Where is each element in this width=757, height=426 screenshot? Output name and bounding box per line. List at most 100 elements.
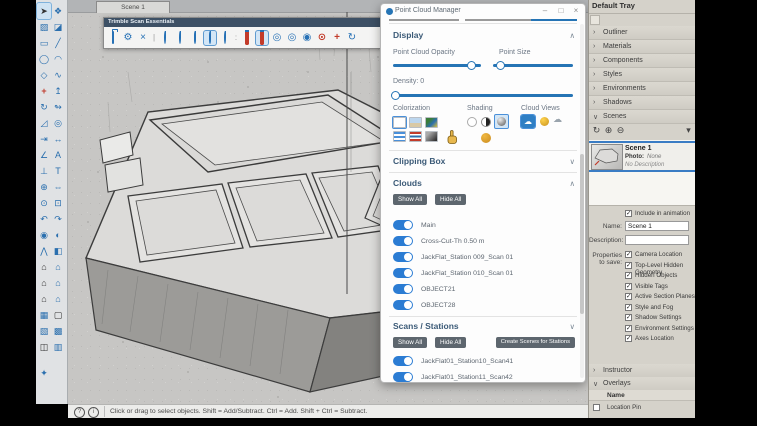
colorize-photo-icon[interactable] [409, 117, 422, 128]
scale-tool[interactable]: ◿ [37, 115, 51, 131]
scene-options-icon[interactable]: ▾ [683, 125, 694, 136]
rotate-tool[interactable]: ↻ [37, 99, 51, 115]
dimension-tool[interactable]: ↔ [51, 131, 65, 147]
previous-view-tool[interactable]: ↶ [37, 211, 51, 227]
scan-toggle-station11[interactable] [393, 372, 413, 382]
maximize-button[interactable]: □ [555, 6, 567, 15]
colorize-stripes-rgb-icon[interactable] [409, 131, 422, 142]
opacity-slider-knob[interactable] [467, 61, 476, 70]
front-view-button[interactable]: ⌂ [37, 275, 51, 291]
limit-box-icon[interactable]: ◎ [271, 31, 283, 45]
density-slider[interactable] [393, 94, 573, 97]
opacity-drop-0-icon[interactable] [159, 31, 171, 45]
position-camera-tool[interactable]: ◉ [37, 227, 51, 243]
shaded-textures-style-button[interactable]: ▩ [51, 323, 65, 339]
top-view-button[interactable]: ⌂ [51, 259, 65, 275]
collapse-display-icon[interactable]: ∧ [570, 31, 576, 40]
tray-section-styles[interactable]: › Styles [589, 68, 695, 82]
move-point-cloud-icon[interactable]: + [331, 31, 343, 45]
cloud-view-sphere-icon[interactable] [540, 117, 549, 126]
limit-box-alt-icon[interactable]: ◎ [286, 31, 298, 45]
opacity-drop-hatched-icon[interactable] [219, 31, 231, 45]
scene-description-input[interactable] [625, 235, 689, 245]
xray-style-button[interactable]: ▥ [51, 339, 65, 355]
scrollbar-thumb[interactable] [580, 154, 584, 314]
axes-location-checkbox[interactable]: ✓ [625, 335, 632, 342]
arc-tool[interactable]: ◠ [51, 51, 65, 67]
clipping-box-section-header[interactable]: Clipping Box [393, 156, 445, 166]
delete-selection-icon[interactable]: × [137, 31, 149, 45]
tray-section-materials[interactable]: › Materials [589, 40, 695, 54]
style-and-fog-checkbox[interactable]: ✓ [625, 304, 632, 311]
wireframe-style-button[interactable]: ▦ [37, 307, 51, 323]
freehand-tool[interactable]: ∿ [51, 67, 65, 83]
tray-section-environments[interactable]: › Environments [589, 82, 695, 96]
panel-scrollbar[interactable] [580, 24, 584, 378]
zoom-extents-tool[interactable]: ⊡ [51, 195, 65, 211]
credits-info-icon[interactable]: i [88, 407, 99, 418]
include-animation-checkbox[interactable]: ✓ [625, 210, 632, 217]
walk-tool[interactable]: ⋀ [37, 243, 51, 259]
monochrome-style-button[interactable]: ◫ [37, 339, 51, 355]
create-scenes-for-stations-button[interactable]: Create Scenes for Stations [496, 337, 575, 348]
shaded-style-button[interactable]: ▧ [37, 323, 51, 339]
scene-list-item[interactable]: Scene 1 Photo: None No Description [589, 141, 695, 172]
tray-section-outliner[interactable]: › Outliner [589, 26, 695, 40]
push-pull-tool[interactable]: ↥ [51, 83, 65, 99]
hidden-line-style-button[interactable]: ▢ [51, 307, 65, 323]
iso-view-button[interactable]: ⌂ [37, 259, 51, 275]
shading-split-icon[interactable] [481, 117, 491, 127]
axes-tool[interactable]: ⊥ [37, 163, 51, 179]
snap-magnet-active-icon[interactable] [256, 31, 268, 45]
scene-name-input[interactable]: Scene 1 [625, 221, 689, 231]
orbit-tool[interactable]: ⊕ [37, 179, 51, 195]
zoom-tool[interactable]: ⊙ [37, 195, 51, 211]
cloud-toggle-object28[interactable] [393, 300, 413, 310]
visible-tags-checkbox[interactable]: ✓ [625, 283, 632, 290]
opacity-slider[interactable] [393, 64, 481, 67]
tray-section-overlays[interactable]: ∨ Overlays [589, 377, 695, 391]
tray-section-shadows[interactable]: › Shadows [589, 96, 695, 110]
opacity-drop-33-icon[interactable] [174, 31, 186, 45]
active-section-planes-checkbox[interactable]: ✓ [625, 293, 632, 300]
select-tool[interactable]: ➤ [37, 3, 51, 19]
colorize-none-icon[interactable] [393, 117, 406, 128]
back-view-button[interactable]: ⌂ [37, 291, 51, 307]
colorize-stripes-blue-icon[interactable] [393, 131, 406, 142]
add-scene-icon[interactable]: ⊕ [603, 125, 614, 136]
text-tool[interactable]: A [51, 147, 65, 163]
cloud-toggle-main[interactable] [393, 220, 413, 230]
collapse-clouds-icon[interactable]: ∧ [570, 179, 576, 188]
shading-flat-icon[interactable] [467, 117, 477, 127]
right-view-button[interactable]: ⌂ [51, 275, 65, 291]
cloud-view-selected-icon[interactable]: ☁ [521, 115, 535, 128]
expand-clipping-icon[interactable]: ∨ [570, 157, 576, 166]
geolocation-icon[interactable]: ? [74, 407, 85, 418]
snap-magnet-icon[interactable] [241, 31, 253, 45]
point-size-slider[interactable] [493, 64, 573, 67]
settings-gear-icon[interactable]: ⚙ [122, 31, 134, 45]
clouds-show-all-button[interactable]: Show All [393, 194, 427, 205]
next-view-tool[interactable]: ↷ [51, 211, 65, 227]
point-size-slider-knob[interactable] [496, 61, 505, 70]
move-tool[interactable]: + [37, 83, 51, 99]
minimize-button[interactable]: – [539, 6, 551, 15]
follow-me-tool[interactable]: ↬ [51, 99, 65, 115]
hidden-objects-checkbox[interactable]: ✓ [625, 272, 632, 279]
colorize-intensity-icon[interactable] [425, 131, 438, 142]
tray-section-instructor[interactable]: › Instructor [589, 364, 695, 378]
polygon-tool[interactable]: ◇ [37, 67, 51, 83]
limit-box-red-icon[interactable]: ⊙ [316, 31, 328, 45]
paint-bucket-tool[interactable]: ▨ [37, 19, 51, 35]
scans-show-all-button[interactable]: Show All [393, 337, 427, 348]
shadow-settings-checkbox[interactable]: ✓ [625, 314, 632, 321]
tray-section-components[interactable]: › Components [589, 54, 695, 68]
offset-tool[interactable]: ◎ [51, 115, 65, 131]
cloud-toggle-station010[interactable] [393, 268, 413, 278]
collapse-scans-icon[interactable]: ∨ [570, 322, 576, 331]
protractor-tool[interactable]: ∠ [37, 147, 51, 163]
folder-icon[interactable] [107, 31, 119, 45]
left-view-button[interactable]: ⌂ [51, 291, 65, 307]
environment-settings-checkbox[interactable]: ✓ [625, 325, 632, 332]
line-tool[interactable]: ╱ [51, 35, 65, 51]
